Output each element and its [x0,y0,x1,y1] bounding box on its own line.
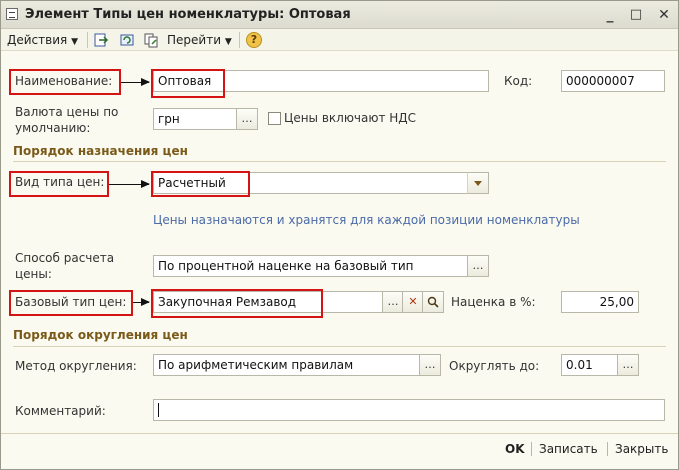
price-type-value-highlight [151,171,250,197]
chevron-down-icon[interactable] [467,172,489,194]
close-form-button[interactable]: Закрыть [615,440,668,458]
price-type-arrow [109,180,150,188]
toolbar: Действия ▼ Перейти ▼ ? [1,29,678,51]
rounding-method-label: Метод округления: [15,359,137,373]
name-label-highlight [9,69,121,95]
round-to-input[interactable]: 0.01 [561,354,619,376]
search-icon[interactable] [422,291,444,313]
help-icon[interactable]: ? [246,32,262,48]
footer-divider [531,442,532,456]
footer-bar: OK Записать Закрыть [1,433,678,469]
chevron-down-icon: ▼ [224,37,232,47]
form-window: Элемент Типы цен номенклатуры: Оптовая _… [0,0,679,470]
magnifier-icon [427,296,439,308]
section-rounding-order: Порядок округления цен [13,328,188,342]
comment-label: Комментарий: [15,404,106,418]
base-type-value-highlight [151,289,323,318]
code-input[interactable]: 000000007 [561,70,665,92]
rounding-method-input[interactable]: По арифметическим правилам [153,354,421,376]
base-type-arrow [133,298,150,306]
save-button[interactable]: Записать [539,440,598,458]
code-label: Код: [504,74,533,88]
pricing-hint-text: Цены назначаются и хранятся для каждой п… [153,213,580,227]
form-icon [6,8,18,20]
price-type-label-highlight [9,171,109,197]
chevron-down-icon: ▼ [71,37,78,47]
actions-menu[interactable]: Действия ▼ [7,31,78,49]
base-type-select-button[interactable]: … [382,291,404,313]
close-button[interactable]: ✕ [655,6,673,24]
save-and-close-icon[interactable] [93,32,109,48]
clear-icon[interactable]: ✕ [402,291,424,313]
reread-icon[interactable] [119,32,135,48]
section-divider [13,346,666,347]
text-cursor [158,403,159,417]
window-title: Элемент Типы цен номенклатуры: Оптовая [25,7,351,22]
name-arrow [121,78,150,86]
copy-document-icon[interactable] [143,32,159,48]
markup-label: Наценка в %: [451,295,536,309]
goto-label: Перейти [167,33,221,47]
calc-method-input[interactable]: По процентной наценке на базовый тип [153,255,471,277]
section-divider [13,161,666,162]
currency-label-line1: Валюта цены по [15,105,119,119]
comment-input[interactable] [153,399,665,421]
footer-divider [607,442,608,456]
rounding-method-select-button[interactable]: … [419,354,441,376]
vat-checkbox[interactable] [268,112,281,125]
calc-method-select-button[interactable]: … [467,255,489,277]
currency-label-line2: умолчанию: [15,121,91,135]
round-to-select-button[interactable]: … [617,354,639,376]
name-value-highlight [151,69,225,98]
actions-label: Действия [7,33,68,47]
vat-label: Цены включают НДС [284,111,417,125]
currency-select-button[interactable]: … [236,108,258,130]
base-type-label-highlight [9,290,133,316]
minimize-button[interactable]: _ [601,6,619,24]
round-to-label: Округлять до: [449,359,540,373]
section-pricing-order: Порядок назначения цен [13,144,188,158]
toolbar-divider [239,32,240,48]
ok-button[interactable]: OK [505,440,525,458]
goto-menu[interactable]: Перейти ▼ [167,31,232,49]
markup-input[interactable]: 25,00 [561,291,639,313]
calc-method-label-line2: цены: [15,267,52,281]
calc-method-label-line1: Способ расчета [15,251,115,265]
toolbar-divider [87,32,88,48]
maximize-button[interactable]: □ [627,6,645,24]
currency-input[interactable]: грн [153,108,237,130]
title-bar[interactable]: Элемент Типы цен номенклатуры: Оптовая _… [1,1,678,29]
